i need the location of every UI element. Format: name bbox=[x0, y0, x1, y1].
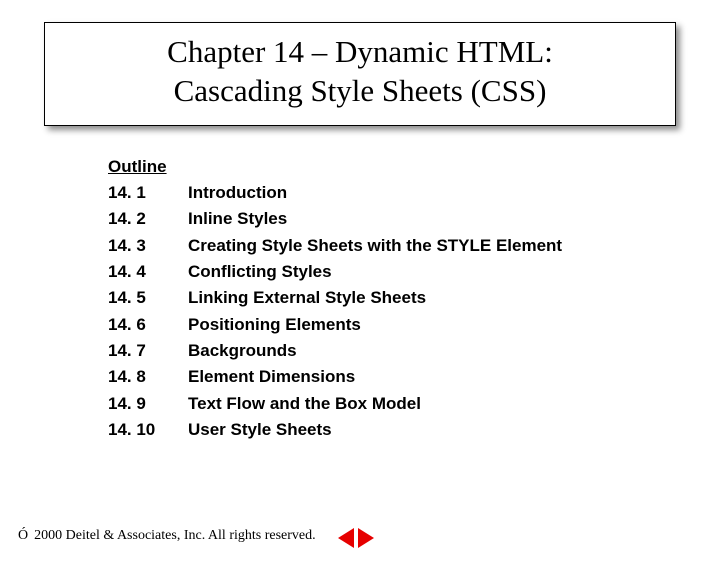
outline-label: Linking External Style Sheets bbox=[188, 285, 426, 311]
outline-label: Positioning Elements bbox=[188, 312, 361, 338]
outline-row: 14. 9Text Flow and the Box Model bbox=[108, 391, 720, 417]
outline-label: Conflicting Styles bbox=[188, 259, 332, 285]
outline-row: 14. 10User Style Sheets bbox=[108, 417, 720, 443]
slide-title-line2: Cascading Style Sheets (CSS) bbox=[53, 72, 667, 111]
next-arrow-icon[interactable] bbox=[358, 528, 374, 548]
copyright-footer: Ó 2000 Deitel & Associates, Inc. All rig… bbox=[18, 528, 316, 544]
outline-label: Backgrounds bbox=[188, 338, 297, 364]
prev-arrow-icon[interactable] bbox=[338, 528, 354, 548]
outline-number: 14. 7 bbox=[108, 338, 188, 364]
nav-arrows bbox=[338, 528, 374, 548]
outline-row: 14. 1Introduction bbox=[108, 180, 720, 206]
outline-row: 14. 2Inline Styles bbox=[108, 206, 720, 232]
outline-number: 14. 9 bbox=[108, 391, 188, 417]
outline-row: 14. 8Element Dimensions bbox=[108, 364, 720, 390]
outline-row: 14. 7Backgrounds bbox=[108, 338, 720, 364]
outline-number: 14. 5 bbox=[108, 285, 188, 311]
outline-block: Outline 14. 1Introduction14. 2Inline Sty… bbox=[108, 154, 720, 444]
outline-number: 14. 6 bbox=[108, 312, 188, 338]
outline-row: 14. 5Linking External Style Sheets bbox=[108, 285, 720, 311]
outline-row: 14. 4Conflicting Styles bbox=[108, 259, 720, 285]
outline-label: Introduction bbox=[188, 180, 287, 206]
outline-row: 14. 3Creating Style Sheets with the STYL… bbox=[108, 233, 720, 259]
outline-label: Inline Styles bbox=[188, 206, 287, 232]
slide-title-box: Chapter 14 – Dynamic HTML: Cascading Sty… bbox=[44, 22, 676, 126]
outline-number: 14. 3 bbox=[108, 233, 188, 259]
outline-row: 14. 6Positioning Elements bbox=[108, 312, 720, 338]
outline-list: 14. 1Introduction14. 2Inline Styles14. 3… bbox=[108, 180, 720, 443]
outline-number: 14. 4 bbox=[108, 259, 188, 285]
outline-number: 14. 2 bbox=[108, 206, 188, 232]
copyright-symbol: Ó bbox=[18, 528, 28, 544]
outline-label: Text Flow and the Box Model bbox=[188, 391, 421, 417]
outline-label: User Style Sheets bbox=[188, 417, 332, 443]
outline-number: 14. 1 bbox=[108, 180, 188, 206]
outline-label: Element Dimensions bbox=[188, 364, 355, 390]
slide-title-line1: Chapter 14 – Dynamic HTML: bbox=[53, 33, 667, 72]
outline-number: 14. 8 bbox=[108, 364, 188, 390]
outline-heading: Outline bbox=[108, 154, 720, 180]
outline-number: 14. 10 bbox=[108, 417, 188, 443]
copyright-text: 2000 Deitel & Associates, Inc. All right… bbox=[34, 528, 316, 544]
outline-label: Creating Style Sheets with the STYLE Ele… bbox=[188, 233, 562, 259]
